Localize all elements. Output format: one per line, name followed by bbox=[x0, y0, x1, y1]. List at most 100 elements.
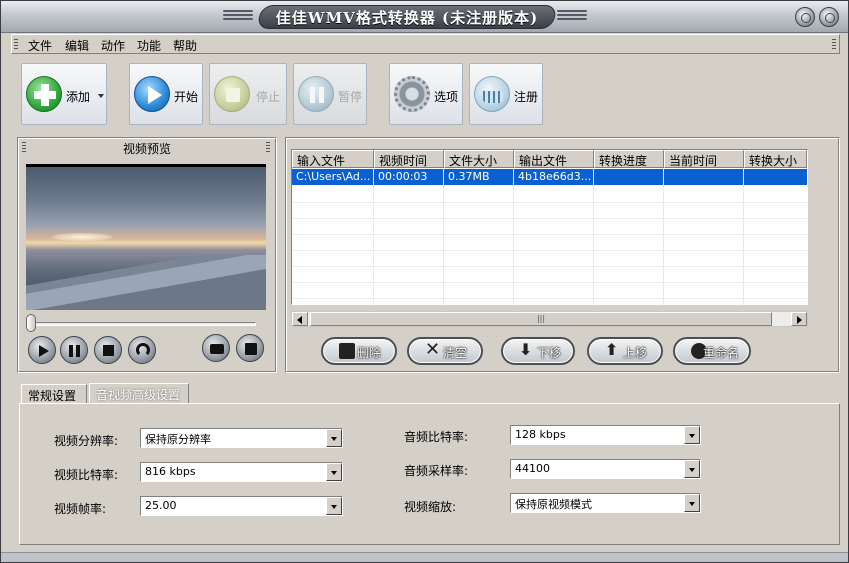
menu-grip-right[interactable] bbox=[832, 39, 836, 49]
tab-av-advanced-settings[interactable]: 音视频高级设置 bbox=[89, 383, 189, 404]
minimize-button[interactable] bbox=[795, 7, 815, 27]
cell-output-file: 4b18e66d3... bbox=[518, 170, 592, 183]
video-bitrate-select[interactable]: 816 kbps bbox=[140, 462, 343, 482]
grid-line bbox=[593, 168, 594, 305]
grid-line bbox=[373, 168, 374, 305]
video-resolution-select[interactable]: 保持原分辨率 bbox=[140, 428, 343, 448]
chevron-down-icon[interactable] bbox=[326, 497, 342, 515]
headphones-button[interactable] bbox=[128, 336, 156, 364]
add-dropdown-icon[interactable] bbox=[98, 94, 104, 98]
options-button[interactable]: 选项 bbox=[389, 63, 463, 125]
preview-grip-right bbox=[266, 142, 270, 152]
grid-line bbox=[743, 168, 744, 305]
scroll-thumb[interactable]: ||| bbox=[310, 312, 772, 326]
grid-line bbox=[292, 218, 807, 219]
video-scale-value: 保持原视频模式 bbox=[515, 498, 592, 511]
column-current-time[interactable]: 当前时间 bbox=[664, 150, 744, 168]
stop-small-icon bbox=[103, 345, 114, 356]
title-bar[interactable]: 佳佳WMV格式转换器 (未注册版本) bbox=[1, 1, 848, 33]
stop-label: 停止 bbox=[256, 90, 281, 104]
menu-file[interactable]: 文件 bbox=[28, 37, 52, 54]
grid-line bbox=[292, 266, 807, 267]
close-button[interactable] bbox=[819, 7, 839, 27]
stop-icon bbox=[214, 76, 250, 112]
menu-function[interactable]: 功能 bbox=[137, 37, 161, 54]
grid-line bbox=[443, 168, 444, 305]
tab-general-settings[interactable]: 常规设置 bbox=[21, 384, 87, 404]
clear-button[interactable]: ✕ 清空 bbox=[407, 337, 483, 365]
menu-edit[interactable]: 编辑 bbox=[65, 37, 89, 54]
video-bitrate-value: 816 kbps bbox=[145, 465, 196, 478]
audio-samplerate-value: 44100 bbox=[515, 462, 550, 475]
move-up-label: 上移 bbox=[623, 346, 648, 360]
rename-button[interactable]: 重命名 bbox=[673, 337, 751, 365]
grid-line bbox=[292, 282, 807, 283]
stop-small-button[interactable] bbox=[94, 336, 122, 364]
menu-help[interactable]: 帮助 bbox=[173, 37, 197, 54]
table-row[interactable]: C:\Users\Ad... 00:00:03 0.37MB 4b18e66d3… bbox=[292, 169, 807, 185]
video-bitrate-label: 视频比特率: bbox=[54, 468, 119, 482]
video-framerate-value: 25.00 bbox=[145, 499, 177, 512]
column-output-file[interactable]: 输出文件 bbox=[514, 150, 594, 168]
cell-file-size: 0.37MB bbox=[448, 170, 490, 183]
open-folder-button[interactable] bbox=[236, 334, 264, 362]
video-scale-select[interactable]: 保持原视频模式 bbox=[510, 493, 701, 513]
scroll-left-button[interactable] bbox=[292, 312, 308, 326]
register-button[interactable]: 注册 bbox=[469, 63, 543, 125]
start-label: 开始 bbox=[174, 90, 199, 104]
column-progress[interactable]: 转换进度 bbox=[594, 150, 664, 168]
stop-button[interactable]: 停止 bbox=[209, 63, 287, 125]
seek-slider-thumb[interactable] bbox=[26, 314, 36, 332]
preview-title: 视频预览 bbox=[122, 142, 171, 156]
menu-action[interactable]: 动作 bbox=[101, 37, 125, 54]
grid-line bbox=[292, 234, 807, 235]
pause-button[interactable]: 暂停 bbox=[293, 63, 367, 125]
chevron-down-icon[interactable] bbox=[684, 494, 700, 512]
menu-grip-left[interactable] bbox=[14, 39, 18, 49]
column-file-size[interactable]: 文件大小 bbox=[444, 150, 514, 168]
video-frame-image bbox=[26, 167, 266, 310]
arrow-down-icon: ⬇ bbox=[519, 340, 533, 359]
window-title: 佳佳WMV格式转换器 (未注册版本) bbox=[275, 9, 539, 27]
delete-label: 删除 bbox=[357, 346, 382, 360]
grid-line bbox=[292, 202, 807, 203]
status-bar bbox=[1, 552, 848, 562]
move-up-button[interactable]: ⬆ 上移 bbox=[587, 337, 663, 365]
seek-slider-track[interactable] bbox=[30, 322, 256, 326]
video-framerate-select[interactable]: 25.00 bbox=[140, 496, 343, 516]
play-small-icon bbox=[39, 345, 49, 357]
horizontal-scrollbar[interactable]: ||| bbox=[291, 311, 808, 327]
play-button[interactable] bbox=[28, 336, 56, 364]
chevron-down-icon[interactable] bbox=[326, 429, 342, 447]
register-label: 注册 bbox=[514, 90, 539, 104]
grid-line bbox=[292, 298, 807, 299]
toolbar: 添加 开始 停止 暂停 选项 注册 bbox=[11, 57, 840, 131]
chevron-down-icon[interactable] bbox=[684, 426, 700, 444]
audio-bitrate-select[interactable]: 128 kbps bbox=[510, 425, 701, 445]
scroll-right-button[interactable] bbox=[791, 312, 807, 326]
audio-bitrate-value: 128 kbps bbox=[515, 428, 566, 441]
grid-line bbox=[663, 168, 664, 305]
pause-small-button[interactable] bbox=[60, 336, 88, 364]
chevron-down-icon[interactable] bbox=[684, 460, 700, 478]
start-button[interactable]: 开始 bbox=[129, 63, 203, 125]
video-scale-label: 视频缩放: bbox=[404, 500, 457, 514]
file-list[interactable]: 输入文件 视频时间 文件大小 输出文件 转换进度 当前时间 转换大小 C:\Us… bbox=[291, 149, 808, 305]
column-video-time[interactable]: 视频时间 bbox=[374, 150, 444, 168]
snapshot-button[interactable] bbox=[202, 334, 230, 362]
arrow-right-icon bbox=[797, 316, 802, 324]
pause-icon bbox=[298, 76, 334, 112]
audio-samplerate-select[interactable]: 44100 bbox=[510, 459, 701, 479]
grid-line bbox=[513, 168, 514, 305]
column-converted-size[interactable]: 转换大小 bbox=[744, 150, 807, 168]
settings-panel: 视频分辨率: 保持原分辨率 视频比特率: 816 kbps 视频帧率: 25.0… bbox=[19, 403, 840, 545]
chevron-down-icon[interactable] bbox=[326, 463, 342, 481]
move-down-button[interactable]: ⬇ 下移 bbox=[501, 337, 575, 365]
column-input-file[interactable]: 输入文件 bbox=[292, 150, 374, 168]
cell-input-file: C:\Users\Ad... bbox=[296, 170, 371, 183]
delete-button[interactable]: 删除 bbox=[321, 337, 397, 365]
clear-label: 清空 bbox=[443, 346, 468, 360]
arrow-up-icon: ⬆ bbox=[605, 340, 619, 359]
add-button[interactable]: 添加 bbox=[21, 63, 107, 125]
file-list-header: 输入文件 视频时间 文件大小 输出文件 转换进度 当前时间 转换大小 bbox=[292, 150, 807, 168]
